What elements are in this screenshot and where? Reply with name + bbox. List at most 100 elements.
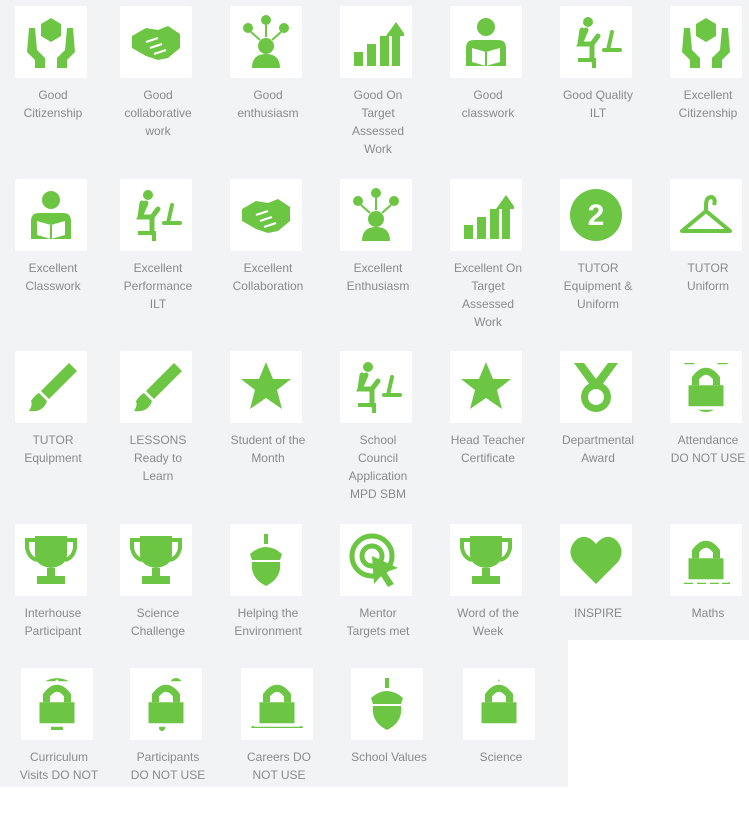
badge-icon-box [560, 524, 632, 596]
hands-hexagon-icon [682, 18, 730, 68]
badge-icon-box [450, 524, 522, 596]
badge-tile[interactable]: TUTOR Equipment [0, 345, 108, 517]
badge-tile[interactable]: Excellent On Target Assessed Work [433, 173, 543, 345]
badge-tile[interactable]: Excellent Collaboration [213, 173, 323, 345]
badge-tile[interactable]: Excellent Performance ILT [103, 173, 213, 345]
badge-tile[interactable]: 2 TUTOR Equipment & Uniform [543, 173, 653, 345]
reading-person-icon [31, 191, 71, 239]
badge-tile[interactable]: Head Teacher Certificate [433, 345, 543, 517]
badge-label: Word of the Week [457, 606, 519, 638]
badge-icon-box [120, 351, 192, 423]
badge-label: Careers DO NOT USE [246, 750, 311, 782]
badge-icon-box [560, 6, 632, 78]
badge-label: Excellent Classwork [25, 261, 81, 293]
badge-label: Head Teacher Certificate [450, 433, 526, 465]
badge-icon-box [15, 6, 87, 78]
paintbrush-icon [29, 363, 77, 412]
lock-badge-icon [678, 364, 734, 410]
badge-icon-box [340, 179, 412, 251]
badge-icon-box [670, 179, 742, 251]
badge-icon-box [230, 524, 302, 596]
badge-label: Science Challenge [130, 606, 186, 638]
badge-tile[interactable]: Good Citizenship [0, 0, 108, 172]
person-at-computer-icon [136, 190, 182, 241]
badge-label: Mentor Targets met [346, 606, 410, 638]
badge-tile[interactable]: Excellent Classwork [0, 173, 108, 345]
trophy-icon [25, 536, 77, 584]
badge-label: Departmental Award [561, 433, 635, 465]
badge-label: Curriculum Visits DO NOT [19, 750, 99, 782]
badge-icon-box [21, 668, 93, 740]
badge-label: School Values [351, 750, 427, 764]
badge-tile[interactable]: Excellent Citizenship [653, 0, 749, 172]
badge-label: Attendance DO NOT USE [670, 433, 746, 465]
number-two-icon: 2 [570, 189, 622, 241]
badge-icon-box [15, 524, 87, 596]
badge-tile[interactable]: Science [446, 662, 556, 834]
badge-tile[interactable]: INSPIRE [543, 518, 653, 690]
badge-icon-box [230, 6, 302, 78]
badge-tile[interactable]: Student of the Month [213, 345, 323, 517]
badge-icon-box [241, 668, 313, 740]
badge-tile[interactable]: School Values [334, 662, 444, 834]
badge-tile[interactable]: School Council Application MPD SBM [323, 345, 433, 517]
badge-label: Student of the Month [230, 433, 306, 465]
badge-tile[interactable]: Good collaborative work [103, 0, 213, 172]
badge-tile[interactable]: Maths [653, 518, 749, 690]
badge-label: Maths [691, 606, 725, 620]
badge-icon-box [340, 6, 412, 78]
badge-label: School Council Application MPD SBM [348, 433, 408, 501]
badge-icon-box [670, 351, 742, 423]
badge-tile[interactable]: Departmental Award [543, 345, 653, 517]
badge-icon-box [230, 179, 302, 251]
badge-tile[interactable]: Good On Target Assessed Work [323, 0, 433, 172]
badge-icon-box [560, 351, 632, 423]
badge-icon-box [450, 351, 522, 423]
target-cursor-icon [349, 533, 398, 587]
badge-label: LESSONS Ready to Learn [129, 433, 187, 483]
badge-icon-box [351, 668, 423, 740]
badge-label: Participants DO NOT USE [130, 750, 206, 782]
badge-label: Good Citizenship [23, 88, 83, 120]
badge-tile[interactable]: Good classwork [433, 0, 543, 172]
badge-label: Good Quality ILT [562, 88, 634, 120]
star-icon [241, 362, 291, 409]
badge-tile[interactable]: Excellent Enthusiasm [323, 173, 433, 345]
person-at-computer-icon [356, 362, 402, 413]
badge-icon-box [670, 524, 742, 596]
acorn-icon [250, 534, 282, 586]
badge-tile[interactable]: Participants DO NOT USE [113, 662, 223, 834]
lock-badge-icon [29, 681, 85, 727]
badge-tile[interactable]: Careers DO NOT USE [224, 662, 334, 834]
badge-tile[interactable]: Good Quality ILT [543, 0, 653, 172]
badge-icon-box [130, 668, 202, 740]
badge-icon-box [670, 6, 742, 78]
badge-icon-box [120, 6, 192, 78]
badge-tile[interactable]: TUTOR Uniform [653, 173, 749, 345]
badge-icon-box [463, 668, 535, 740]
badge-label: Science [479, 750, 523, 764]
star-icon [461, 362, 511, 409]
badge-tile[interactable]: Curriculum Visits DO NOT [4, 662, 114, 834]
handshake-icon [242, 199, 290, 233]
badge-tile[interactable]: LESSONS Ready to Learn [103, 345, 213, 517]
badge-icon-box [120, 179, 192, 251]
hands-hexagon-icon [27, 18, 75, 68]
person-at-computer-icon [576, 17, 622, 68]
badge-label: Excellent Citizenship [678, 88, 738, 120]
trophy-icon [460, 536, 512, 584]
badge-label: Good On Target Assessed Work [351, 88, 405, 156]
badge-label: Helping the Environment [234, 606, 302, 638]
badge-icon-box [340, 351, 412, 423]
badge-label: Excellent Collaboration [232, 261, 304, 293]
badge-tile[interactable]: Good enthusiasm [213, 0, 323, 172]
medal-icon [574, 363, 618, 412]
badge-icon-box [15, 179, 87, 251]
hanger-icon [680, 194, 732, 233]
badge-icon-box [340, 524, 412, 596]
badge-label: INSPIRE [573, 606, 622, 620]
badge-label: Excellent Performance ILT [123, 261, 193, 311]
growth-chart-icon [354, 22, 404, 66]
acorn-icon [371, 678, 403, 730]
badge-tile[interactable]: Attendance DO NOT USE [653, 345, 749, 517]
